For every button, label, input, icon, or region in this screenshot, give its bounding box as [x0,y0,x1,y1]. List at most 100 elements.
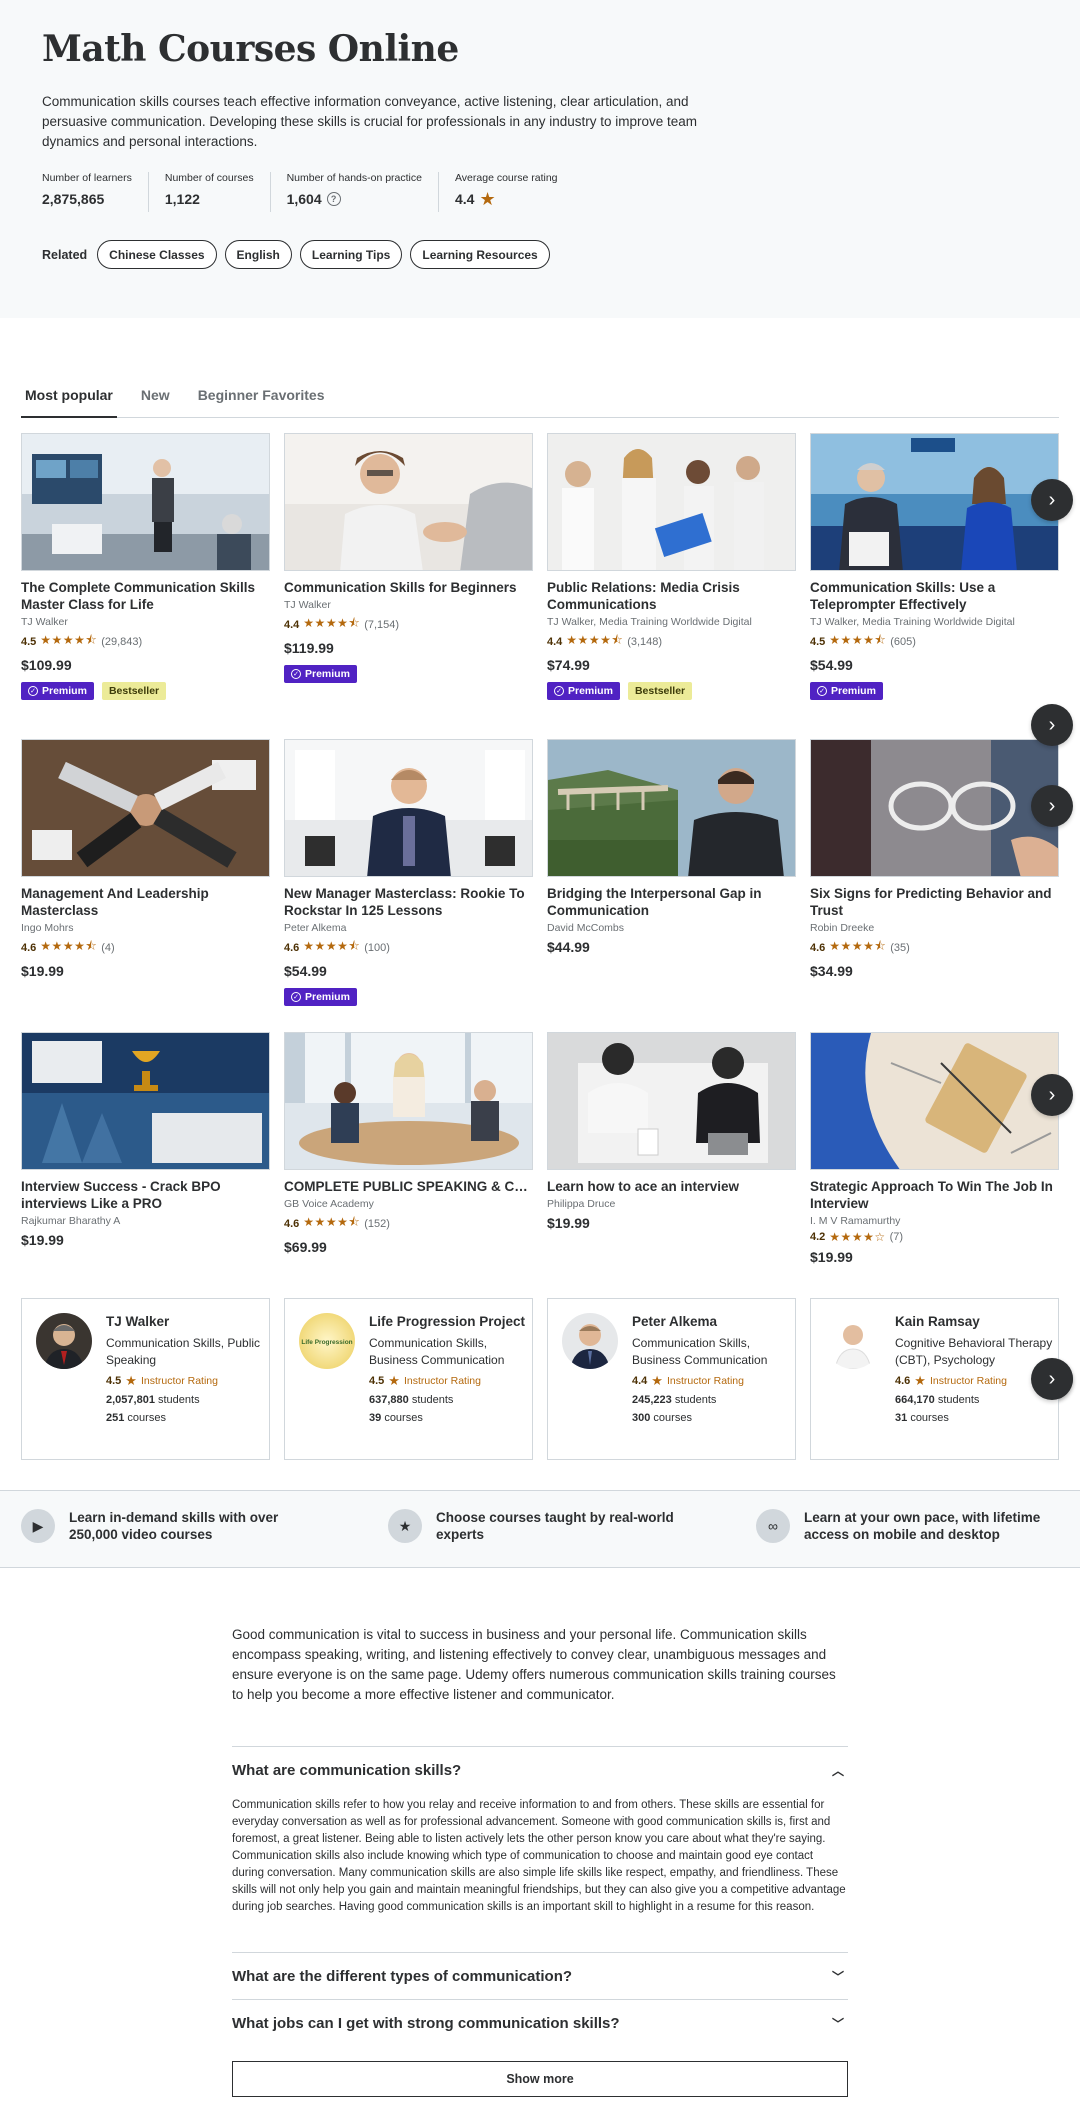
value-prop: ∞ Learn at your own pace, with lifetime … [756,1509,1074,1543]
course-title[interactable]: The Complete Communication Skills Master… [21,579,270,613]
rating-value: 4.6 [810,941,826,954]
course-instructor: TJ Walker [284,599,331,611]
course-title[interactable]: COMPLETE PUBLIC SPEAKING & COMMUNICATION… [284,1178,533,1195]
instructor-card[interactable]: Peter Alkema Communication Skills, Busin… [547,1298,796,1460]
stat-value: 4.4 [454,191,475,207]
course-title[interactable]: Management And Leadership Masterclass [21,885,270,919]
carousel-next-button[interactable]: › [1031,704,1073,746]
course-rating: 4.5 ★★★★⯪ (29,843) [21,631,270,652]
course-thumbnail [810,739,1059,877]
rating-value: 4.2 [810,1231,826,1243]
course-rating: 4.6 ★★★★⯪ (4) [21,937,270,958]
courses-label: courses [127,1412,166,1424]
instructor-students: 2,057,801 students [106,1391,265,1409]
carousel-next-button[interactable]: › [1031,1074,1073,1116]
premium-label: Premium [305,991,350,1003]
instructor-carousel-next-button[interactable]: › [1031,1358,1073,1400]
rating-count: (35) [890,941,910,954]
rating-stars-icon: ★★★★⯪ [303,939,361,953]
instructor-card[interactable]: Life Progression Life Progression Projec… [284,1298,533,1460]
related-pill[interactable]: English [224,240,292,269]
course-card[interactable]: Six Signs for Predicting Behavior and Tr… [810,739,1059,979]
course-title[interactable]: Interview Success - Crack BPO interviews… [21,1178,270,1212]
course-card[interactable]: Management And Leadership Masterclass In… [21,739,270,979]
chevron-right-icon: › [1048,1083,1056,1106]
faq-question-toggle[interactable]: What are communication skills? ︿ [232,1747,848,1793]
instructor-courses: 300 courses [632,1409,791,1427]
course-card[interactable]: Communication Skills: Use a Teleprompter… [810,433,1059,700]
course-card[interactable]: Bridging the Interpersonal Gap in Commun… [547,739,796,955]
course-title[interactable]: New Manager Masterclass: Rookie To Rocks… [284,885,533,919]
stat-courses: Number of courses 1,122 [165,172,271,212]
courses-label: courses [910,1412,949,1424]
course-card[interactable]: Strategic Approach To Win The Job In Int… [810,1032,1059,1265]
instructor-subjects: Communication Skills, Business Communica… [369,1336,505,1367]
premium-label: Premium [568,685,613,697]
course-title[interactable]: Communication Skills: Use a Teleprompter… [810,579,1059,613]
carousel-next-button[interactable]: › [1031,785,1073,827]
tab-beginner-favorites[interactable]: Beginner Favorites [194,381,329,418]
faq-question-toggle[interactable]: What jobs can I get with strong communic… [232,2000,848,2046]
avatar: Life Progression [299,1313,355,1369]
instructor-rating: 4.4 ★ Instructor Rating [632,1373,791,1389]
check-icon: ✓ [28,686,38,696]
course-price: $19.99 [810,1249,853,1265]
course-instructor: TJ Walker, Media Training Worldwide Digi… [547,616,752,628]
course-thumbnail [810,433,1059,571]
tab-new[interactable]: New [137,381,174,418]
course-card[interactable]: COMPLETE PUBLIC SPEAKING & COMMUNICATION… [284,1032,533,1255]
rating-label: Instructor Rating [666,1375,744,1387]
course-title[interactable]: Six Signs for Predicting Behavior and Tr… [810,885,1059,919]
chevron-right-icon: › [1048,1367,1056,1390]
premium-label: Premium [305,668,350,680]
instructor-name[interactable]: Life Progression Project [369,1313,528,1331]
course-title[interactable]: Public Relations: Media Crisis Communica… [547,579,796,613]
rating-stars-icon: ★★★★⯪ [303,616,361,630]
carousel-next-button[interactable]: › [1031,479,1073,521]
course-thumbnail [547,739,796,877]
course-price: $19.99 [21,1232,64,1248]
course-title[interactable]: Learn how to ace an interview [547,1178,796,1195]
rating-value: 4.5 [810,635,826,648]
faq-question-toggle[interactable]: What are the different types of communic… [232,1953,848,1999]
related-pill[interactable]: Chinese Classes [97,240,217,269]
rating-value: 4.5 [21,635,37,648]
course-card[interactable]: New Manager Masterclass: Rookie To Rocks… [284,739,533,1006]
faq-question: What are the different types of communic… [232,1967,573,1985]
faq-item: What are the different types of communic… [232,1952,848,1999]
value-props-banner: ▶ Learn in-demand skills with over 250,0… [0,1490,1080,1568]
course-title[interactable]: Communication Skills for Beginners [284,579,533,596]
stat-label: Average course rating [454,172,558,184]
course-rating: 4.4 ★★★★⯪ (3,148) [547,631,796,652]
help-icon[interactable]: ? [326,192,341,206]
instructor-name[interactable]: TJ Walker [106,1313,265,1331]
course-card[interactable]: The Complete Communication Skills Master… [21,433,270,700]
course-instructor: I. M V Ramamurthy [810,1215,901,1227]
course-title[interactable]: Strategic Approach To Win The Job In Int… [810,1178,1059,1212]
course-card[interactable]: Public Relations: Media Crisis Communica… [547,433,796,700]
instructor-subjects: Cognitive Behavioral Therapy (CBT), Psyc… [895,1336,1053,1367]
tab-most-popular[interactable]: Most popular [21,381,117,418]
course-title[interactable]: Bridging the Interpersonal Gap in Commun… [547,885,796,919]
course-card[interactable]: Communication Skills for Beginners TJ Wa… [284,433,533,683]
rating-label: Instructor Rating [403,1375,481,1387]
course-price: $34.99 [810,963,853,979]
course-instructor: Ingo Mohrs [21,922,74,934]
course-card[interactable]: Learn how to ace an interview Philippa D… [547,1032,796,1231]
instructor-card[interactable]: TJ Walker Communication Skills, Public S… [21,1298,270,1460]
students-label: students [937,1394,980,1406]
infinity-icon: ∞ [756,1509,790,1543]
instructor-name[interactable]: Kain Ramsay [895,1313,1054,1331]
related-label: Related [42,247,88,262]
hero-section: Math Courses Online Communication skills… [0,0,1080,318]
faq-item: What are communication skills? ︿ Communic… [232,1746,848,1930]
star-icon: ★ [388,1373,400,1388]
instructor-card[interactable]: Kain Ramsay Cognitive Behavioral Therapy… [810,1298,1059,1460]
course-card[interactable]: Interview Success - Crack BPO interviews… [21,1032,270,1248]
related-pill[interactable]: Learning Resources [410,240,550,269]
instructor-name[interactable]: Peter Alkema [632,1313,791,1331]
related-pill[interactable]: Learning Tips [299,240,403,269]
rating-stars-icon: ★★★★☆ [829,1230,886,1244]
show-more-button[interactable]: Show more [232,2061,848,2097]
rating-label: Instructor Rating [140,1375,218,1387]
